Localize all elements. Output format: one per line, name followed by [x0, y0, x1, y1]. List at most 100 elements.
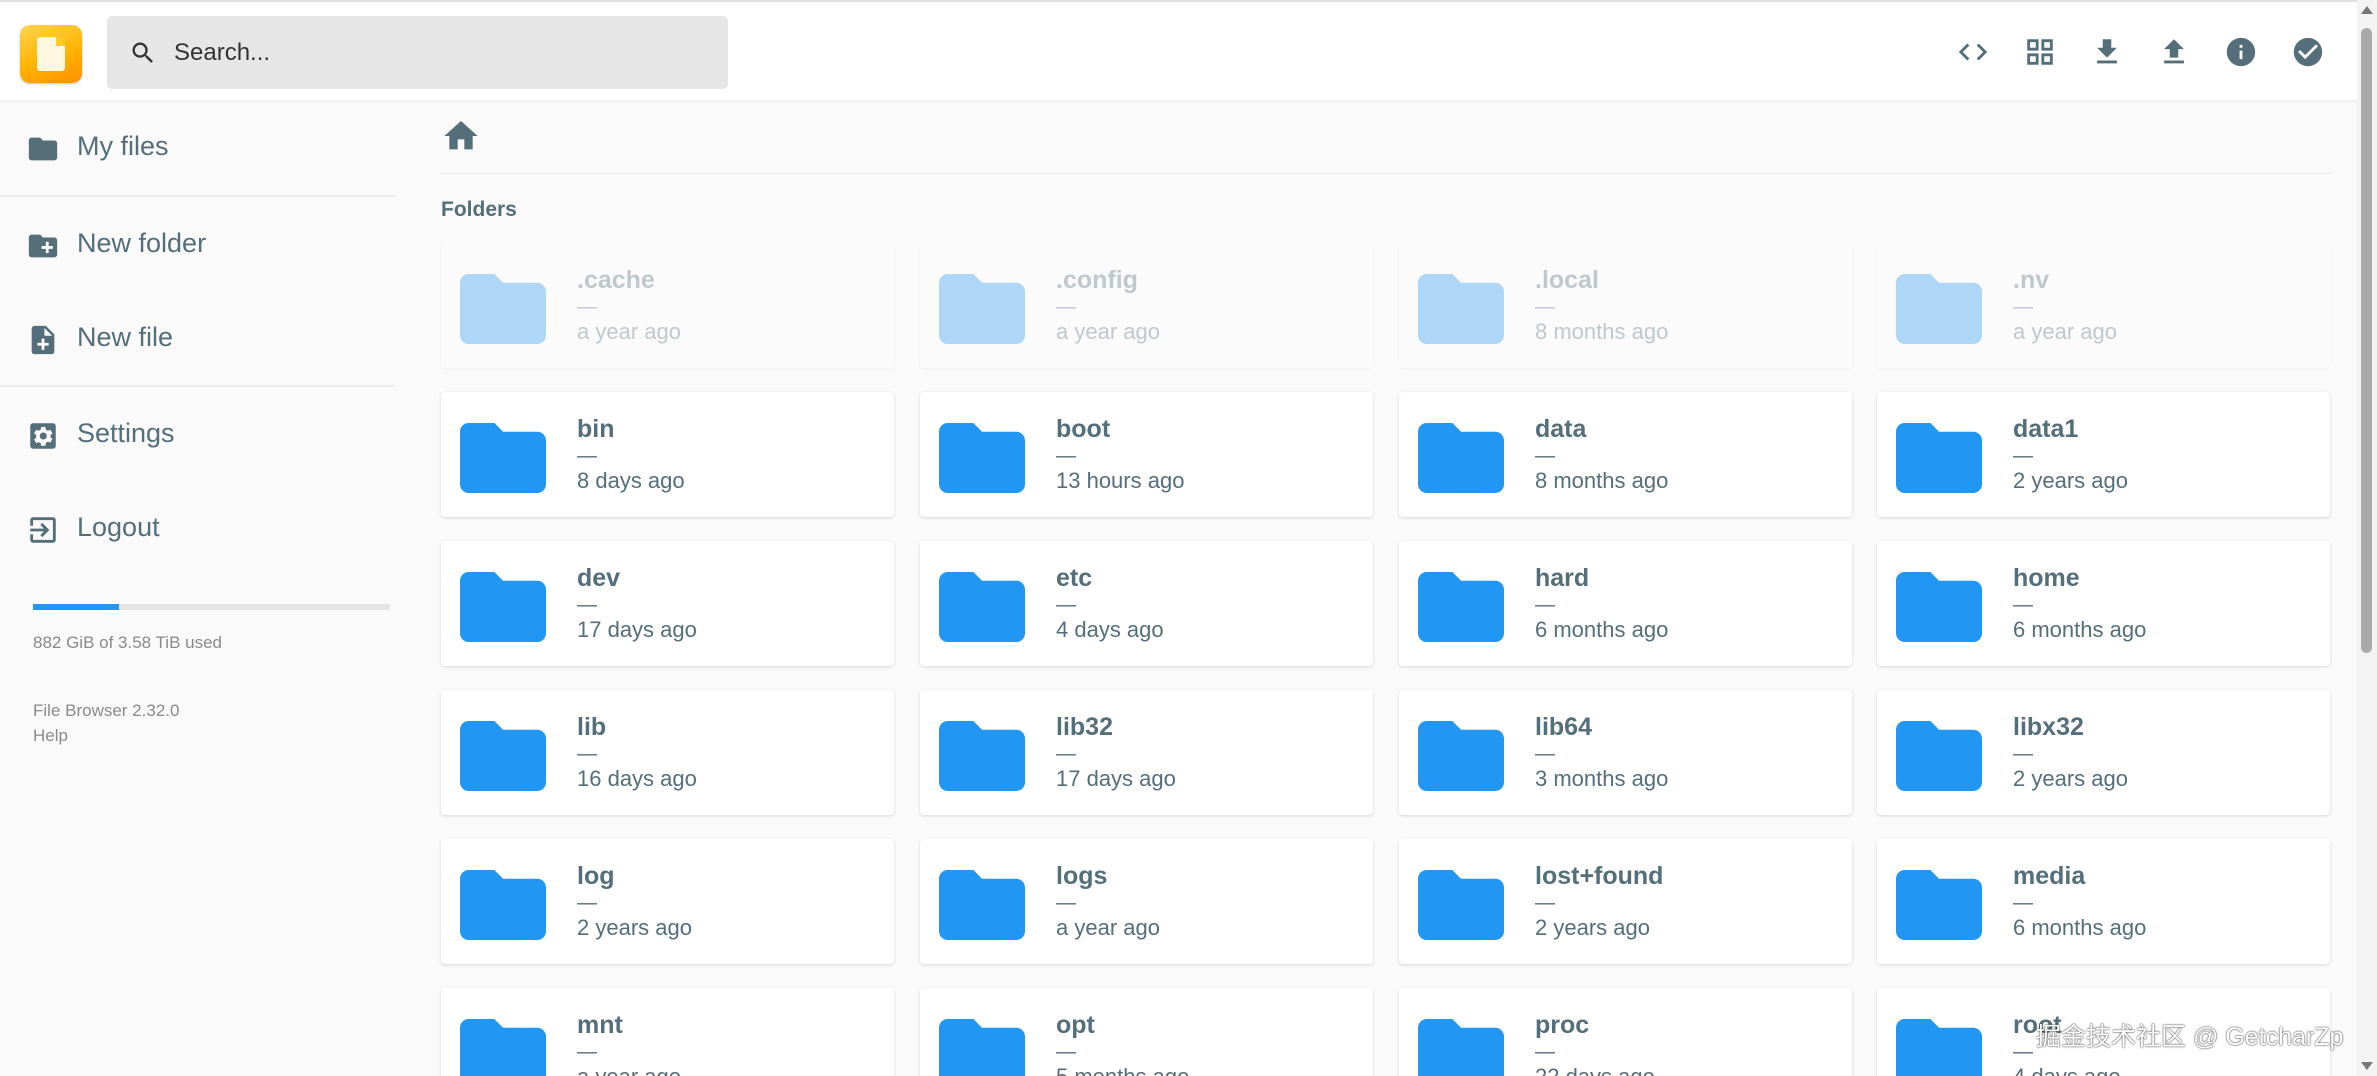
search-input[interactable]: [174, 16, 704, 89]
folder-card[interactable]: lib64—3 months ago: [1399, 690, 1852, 815]
folder-card[interactable]: dev —17 days ago: [441, 541, 894, 666]
folder-icon: [1896, 572, 1982, 642]
folder-size: —: [2013, 892, 2033, 914]
scrollbar-thumb[interactable]: [2361, 28, 2372, 653]
code-icon: [1958, 43, 1988, 61]
folder-name: proc: [1535, 1011, 1590, 1039]
folder-icon: [460, 274, 546, 344]
file-browser-logo[interactable]: [20, 25, 82, 83]
folder-modified: a year ago: [1056, 915, 1160, 940]
sidebar-item-settings[interactable]: Settings: [0, 387, 395, 482]
select-mode-button[interactable]: [2286, 30, 2330, 74]
watermark: 掘金技术社区 @ GetcharZp: [2036, 1023, 2344, 1051]
folder-name: mnt: [577, 1011, 623, 1039]
file-listing: Folders .cache — a year ago .config — a year …: [441, 100, 2331, 1076]
check-circle-icon: [2293, 37, 2323, 67]
version-text: File Browser 2.32.0: [33, 701, 180, 720]
upload-button[interactable]: [2152, 30, 2196, 74]
folder-card[interactable]: etc —4 days ago: [920, 541, 1373, 666]
sidebar-item-new-folder[interactable]: New folder: [0, 197, 395, 292]
scrollbar[interactable]: [2357, 0, 2377, 1076]
folder-icon: [1418, 274, 1504, 344]
folder-modified: 6 months ago: [2013, 617, 2147, 642]
folder-icon: [1896, 423, 1982, 493]
folder-card[interactable]: libx32—2 years ago: [1877, 690, 2330, 815]
folder-size: —: [2013, 743, 2033, 765]
folder-size: —: [1535, 1041, 1555, 1063]
download-button[interactable]: [2085, 30, 2129, 74]
top-bar: [0, 0, 2377, 100]
folder-size: —: [1535, 743, 1555, 765]
folder-modified: 3 months ago: [1535, 766, 1669, 791]
info-button[interactable]: [2219, 30, 2263, 74]
breadcrumb-home[interactable]: [441, 116, 481, 156]
folder-card[interactable]: boot —13 hours ago: [920, 392, 1373, 517]
search-box[interactable]: [107, 16, 728, 89]
search-icon: [132, 42, 153, 63]
folder-card[interactable]: bin —8 days ago: [441, 392, 894, 517]
upload-icon: [2164, 39, 2184, 64]
footer-credits: File Browser 2.32.0 Help: [33, 698, 179, 748]
folder-modified: 2 years ago: [577, 915, 692, 940]
folder-card[interactable]: log —2 years ago: [441, 839, 894, 964]
folder-card[interactable]: data1—2 years ago: [1877, 392, 2330, 517]
folder-icon: [1896, 870, 1982, 940]
folder-card[interactable]: media —6 months ago: [1877, 839, 2330, 964]
folder-card[interactable]: home —6 months ago: [1877, 541, 2330, 666]
sidebar-item-label: New folder: [77, 228, 207, 258]
folder-name: lib: [577, 713, 607, 741]
folder-modified: 2 years ago: [2013, 766, 2128, 791]
folder-size: —: [577, 296, 597, 318]
folder-modified: 17 days ago: [1056, 766, 1176, 791]
code-view-button[interactable]: [1951, 30, 1995, 74]
folder-icon: [939, 423, 1025, 493]
grid-view-button[interactable]: [2018, 30, 2062, 74]
folder-size: —: [577, 445, 597, 467]
sidebar-item-my-files[interactable]: My files: [0, 100, 395, 195]
sidebar-item-label: Settings: [77, 418, 175, 448]
folder-icon: [1418, 572, 1504, 642]
folder-card[interactable]: mnt—a year ago: [441, 988, 894, 1076]
scroll-up-arrow[interactable]: [2361, 6, 2373, 14]
folder-icon: [1896, 721, 1982, 791]
folder-card[interactable]: .cache — a year ago: [441, 243, 894, 368]
folder-card[interactable]: proc—22 days ago: [1399, 988, 1852, 1076]
folder-icon: [460, 721, 546, 791]
folder-modified: 2 years ago: [2013, 468, 2128, 493]
folder-card[interactable]: data —8 months ago: [1399, 392, 1852, 517]
folder-icon: [939, 1019, 1025, 1076]
folder-card[interactable]: lost+found —2 years ago: [1399, 839, 1852, 964]
folder-card[interactable]: opt—5 months ago: [920, 988, 1373, 1076]
folder-icon: [939, 721, 1025, 791]
folder-size: —: [1535, 594, 1555, 616]
disk-usage-bar: [33, 604, 390, 610]
folder-modified: 17 days ago: [577, 617, 697, 642]
new-folder-icon: [28, 234, 58, 258]
folder-size: —: [577, 1041, 597, 1063]
folder-size: —: [1535, 296, 1555, 318]
folder-size: —: [1535, 445, 1555, 467]
folder-card[interactable]: hard —6 months ago: [1399, 541, 1852, 666]
help-link[interactable]: Help: [33, 723, 179, 748]
folder-size: —: [1056, 743, 1076, 765]
folder-name: .cache: [577, 266, 655, 294]
folder-modified: a year ago: [1056, 319, 1160, 344]
folder-modified: 22 days ago: [1535, 1064, 1655, 1076]
folder-modified: 16 days ago: [577, 766, 697, 791]
sidebar-item-new-file[interactable]: New file: [0, 291, 395, 386]
folder-card[interactable]: .config — a year ago: [920, 243, 1373, 368]
sidebar-item-label: Logout: [77, 512, 160, 542]
folder-card[interactable]: .nv — a year ago: [1877, 243, 2330, 368]
scroll-down-arrow[interactable]: [2361, 1062, 2373, 1070]
disk-usage-fill: [33, 604, 119, 610]
folder-size: —: [1056, 892, 1076, 914]
folder-name: .local: [1535, 266, 1599, 294]
sidebar: My files New folder New file Settings Lo…: [0, 100, 395, 1076]
folder-icon: [1418, 870, 1504, 940]
folder-card[interactable]: .local —8 months ago: [1399, 243, 1852, 368]
folder-card[interactable]: lib —16 days ago: [441, 690, 894, 815]
folder-card[interactable]: logs — a year ago: [920, 839, 1373, 964]
sidebar-item-logout[interactable]: Logout: [0, 481, 395, 576]
home-icon: [444, 121, 478, 150]
folder-card[interactable]: lib32—17 days ago: [920, 690, 1373, 815]
